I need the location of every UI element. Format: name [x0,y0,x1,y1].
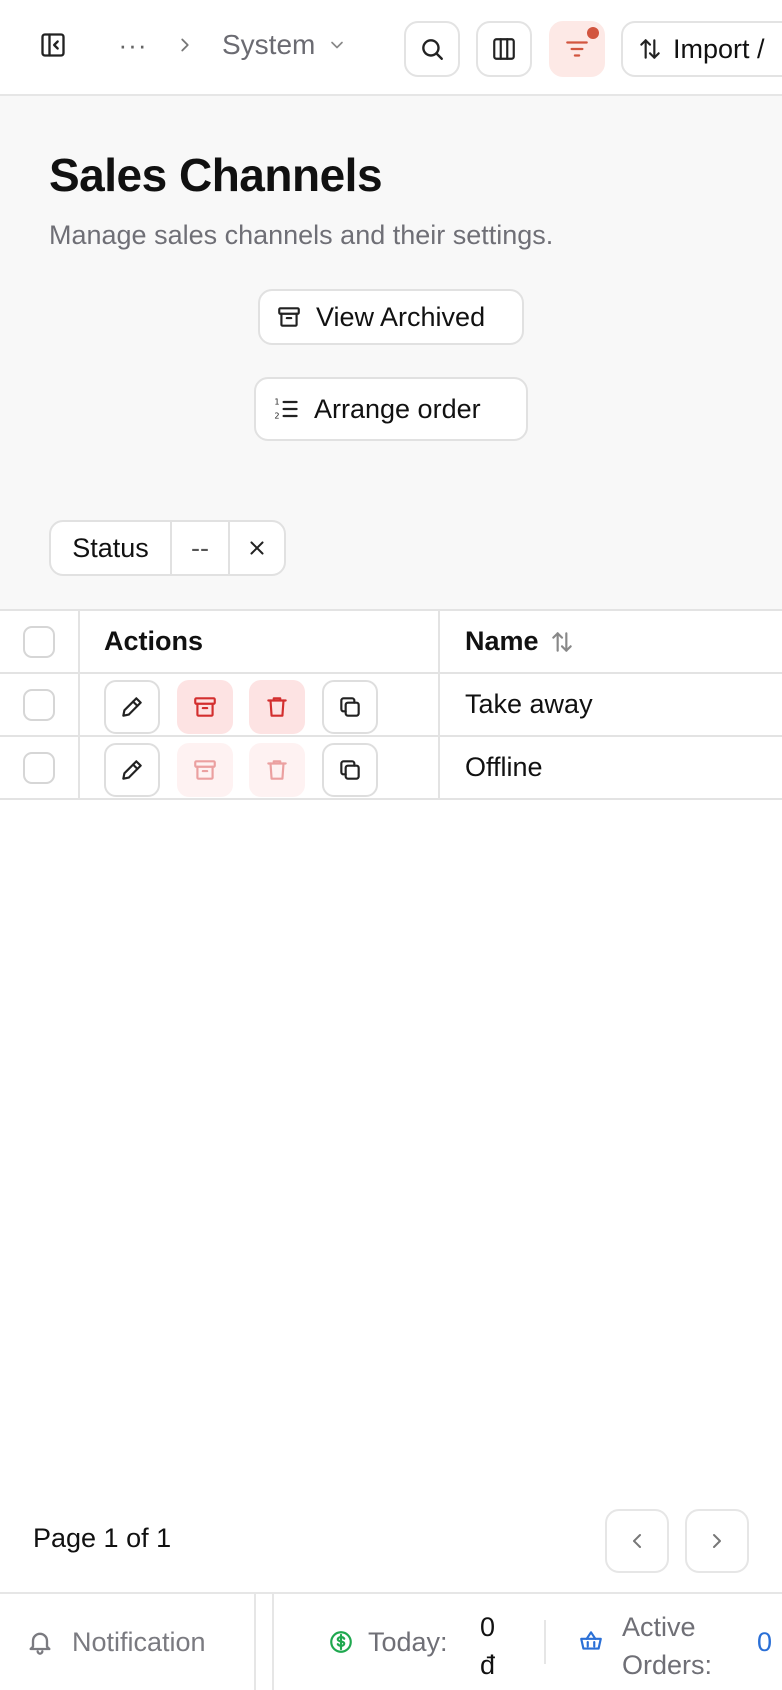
breadcrumb-more-button[interactable]: ··· [110,22,156,68]
pencil-icon [122,697,142,717]
active-orders-label-line1: Active [622,1612,696,1642]
delete-button-disabled [249,743,305,797]
today-label: Today: [368,1626,448,1657]
search-icon [422,39,443,60]
import-button[interactable]: Import / [621,21,782,77]
row-select-cell [0,674,80,735]
chevron-left-icon [633,1534,641,1548]
page-subtitle: Manage sales channels and their settings… [49,220,554,250]
svg-text:2: 2 [274,410,279,420]
trash-icon [267,760,287,780]
archive-button-disabled [177,743,233,797]
active-orders-label-line2: Orders: [622,1650,713,1680]
row-actions-cell [80,674,440,735]
duplicate-button[interactable] [322,680,378,734]
chevron-down-icon [331,41,344,49]
sidebar-toggle-button[interactable] [30,22,76,68]
actions-header-label: Actions [104,626,204,656]
copy-icon [340,697,360,717]
active-orders-value[interactable]: 0 [757,1627,772,1658]
chevron-right-icon [713,1534,721,1548]
arrange-order-button[interactable]: 12 Arrange order [254,377,528,441]
row-checkbox[interactable] [23,688,55,721]
columns-button[interactable] [476,21,532,77]
pencil-icon [122,760,142,780]
row-select-cell [0,737,80,798]
ellipsis-icon: ··· [118,29,148,60]
archive-button[interactable] [177,680,233,734]
row-name-cell: Offline [465,752,543,782]
actions-column-header: Actions [80,611,440,672]
sort-arrows-icon [640,39,660,59]
next-page-button[interactable] [685,1509,749,1573]
duplicate-button[interactable] [322,743,378,797]
status-filter-label[interactable]: Status [51,522,172,574]
search-button[interactable] [404,21,460,77]
status-footer: Notification Today: 0 đ Active Orders: 0 [0,1592,782,1690]
select-all-cell [0,611,80,672]
archive-icon [194,760,216,780]
edit-button[interactable] [104,680,160,734]
pagination-status: Page 1 of 1 [33,1523,172,1553]
view-archived-button[interactable]: View Archived [258,289,524,345]
row-checkbox[interactable] [23,751,55,784]
trash-icon [267,697,287,717]
close-icon [250,541,264,555]
row-name-cell: Take away [465,689,593,719]
name-header-label: Name [465,626,539,656]
status-filter-chip[interactable]: Status -- [49,520,286,576]
footer-spacer [256,1594,274,1690]
sort-icon[interactable] [549,629,575,655]
archive-icon [194,697,216,717]
name-column-header[interactable]: Name [440,611,782,672]
columns-icon [493,38,515,60]
today-value-currency: đ [480,1650,496,1680]
previous-page-button[interactable] [605,1509,669,1573]
top-bar: ··· System Import / [0,0,782,96]
today-value: 0 đ [480,1608,495,1684]
edit-button[interactable] [104,743,160,797]
filter-icon [566,41,588,57]
status-filter-value[interactable]: -- [172,522,230,574]
table-row[interactable]: Offline [0,737,782,800]
archive-icon [278,307,300,327]
footer-divider [544,1620,546,1664]
row-actions-cell [80,737,440,798]
copy-icon [340,760,360,780]
sales-channels-table: Actions Name Take away Offline [0,609,782,800]
notification-label: Notification [72,1626,206,1657]
active-filter-dot [587,27,599,39]
today-revenue: Today: [328,1594,448,1690]
chevron-right-icon [181,38,189,52]
breadcrumb-system-dropdown[interactable]: System [222,22,347,68]
basket-icon [580,1631,602,1650]
notification-button[interactable]: Notification [0,1594,256,1690]
table-header-row: Actions Name [0,611,782,674]
today-value-amount: 0 [480,1612,496,1642]
filter-button[interactable] [549,21,605,77]
dollar-circle-icon [330,1631,352,1653]
arrange-order-label: Arrange order [314,393,481,424]
view-archived-label: View Archived [316,301,486,332]
bell-icon [29,1632,51,1655]
breadcrumb-separator [168,22,202,68]
table-row[interactable]: Take away [0,674,782,737]
svg-text:1: 1 [274,396,279,406]
sidebar-toggle-icon [41,33,65,57]
active-orders-label: Active Orders: [622,1608,712,1684]
breadcrumb-system-label: System [222,29,316,60]
page-header: Sales Channels Manage sales channels and… [0,96,782,610]
select-all-checkbox[interactable] [23,625,55,658]
delete-button[interactable] [249,680,305,734]
page-title: Sales Channels [49,149,383,201]
import-label: Import / [673,33,765,64]
status-filter-clear-button[interactable] [230,522,284,574]
ordered-list-icon: 12 [274,396,298,420]
